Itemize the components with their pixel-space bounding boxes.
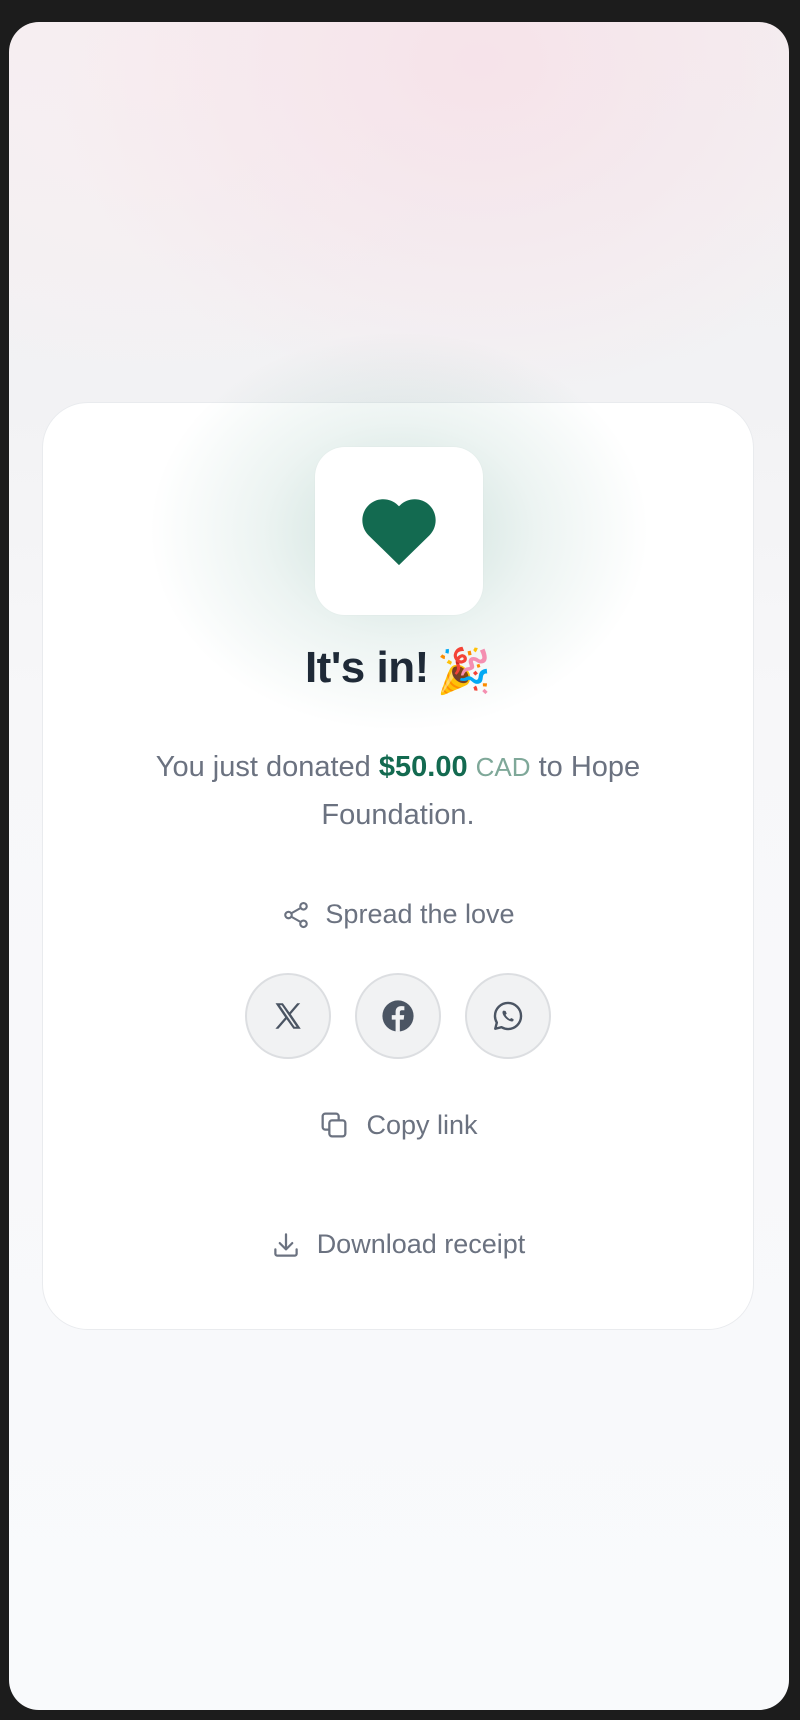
donation-currency: CAD [475,752,531,782]
download-receipt-button[interactable]: Download receipt [43,1229,753,1260]
share-facebook-button[interactable] [355,973,441,1059]
heart-icon [362,499,436,566]
heart-tile [315,447,483,615]
copy-link-label: Copy link [366,1109,478,1140]
share-whatsapp-button[interactable] [465,973,551,1059]
share-label: Spread the love [325,899,515,929]
title-text: It's in! [304,643,429,692]
whatsapp-icon [493,1001,523,1031]
download-icon [273,1232,298,1257]
copy-link-button[interactable]: Copy link [43,1109,753,1141]
party-popper-emoji: 🎉 [436,647,492,696]
share-x-button[interactable] [245,973,331,1059]
share-heading: Spread the love [43,899,753,930]
donation-confirmation-card: It's in! 🎉 You just donated $50.00 CAD to… [42,331,754,1330]
download-receipt-label: Download receipt [316,1229,526,1259]
app-screen: It's in! 🎉 You just donated $50.00 CAD to… [9,22,789,1710]
x-logo-icon [275,1003,301,1029]
message-prefix: You just donated [155,751,379,783]
donation-amount: $50.00 [378,751,468,783]
page-title: It's in! 🎉 [43,643,753,697]
social-share-buttons [43,973,753,1059]
facebook-icon [382,1000,414,1032]
share-icon [284,901,309,928]
donation-message: You just donated $50.00 CAD to Hope Foun… [103,743,693,839]
copy-icon [322,1112,347,1138]
